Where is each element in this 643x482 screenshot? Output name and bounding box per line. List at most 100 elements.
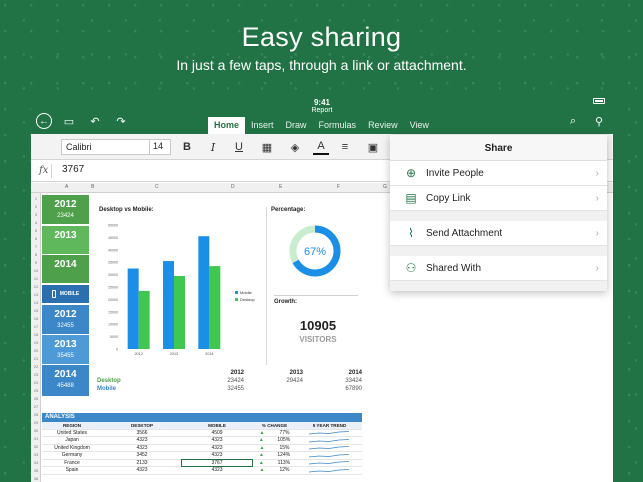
share-item-shared-with[interactable]: ⚇ Shared With › xyxy=(390,256,607,281)
year-block[interactable]: 2012 32455 xyxy=(42,305,89,334)
analysis-cell-change[interactable]: 124% xyxy=(277,452,290,458)
analysis-cell-desktop[interactable]: 4323 xyxy=(102,467,182,473)
analysis-cell-region[interactable]: United States xyxy=(42,430,102,436)
year-block[interactable]: 2012 23424 xyxy=(42,195,89,224)
undo-icon[interactable]: ↶ xyxy=(87,113,103,129)
analysis-cell-mobile[interactable]: 3767 xyxy=(181,458,253,467)
row-header[interactable]: 22 xyxy=(31,364,41,369)
redo-icon[interactable]: ↷ xyxy=(113,113,129,129)
bar-mobile-2012[interactable] xyxy=(127,268,139,349)
analysis-cell-mobile[interactable]: 4323 xyxy=(182,467,252,473)
summary-cell[interactable]: 29424 xyxy=(244,378,303,384)
column-header[interactable]: F xyxy=(337,184,340,190)
font-size-box[interactable]: 14 xyxy=(149,139,171,155)
row-header[interactable]: 27 xyxy=(31,404,41,409)
summary-cell[interactable]: 23424 xyxy=(185,378,244,384)
analysis-cell-change[interactable]: 105% xyxy=(277,437,290,443)
function-icon[interactable]: fx xyxy=(39,165,48,176)
analysis-cell-change[interactable]: 12% xyxy=(279,467,289,473)
font-color-icon[interactable]: A xyxy=(313,139,329,155)
row-header[interactable]: 31 xyxy=(31,436,41,441)
underline-button[interactable]: U xyxy=(231,139,247,155)
year-block[interactable]: 2013 xyxy=(42,226,89,254)
row-header[interactable]: 19 xyxy=(31,340,41,345)
row-header[interactable]: 34 xyxy=(31,460,41,465)
analysis-cell-desktop[interactable]: 4323 xyxy=(102,445,182,451)
analysis-cell-desktop[interactable]: 3452 xyxy=(102,452,182,458)
row-header[interactable]: 35 xyxy=(31,468,41,473)
summary-cell[interactable]: 33424 xyxy=(303,378,362,384)
formula-input[interactable]: 3767 xyxy=(51,164,84,178)
row-header[interactable]: 25 xyxy=(31,388,41,393)
merge-icon[interactable]: ▣ xyxy=(365,139,381,155)
row-header[interactable]: 10 xyxy=(31,268,41,273)
analysis-cell-region[interactable]: Germany xyxy=(42,452,102,458)
add-person-icon[interactable]: ⚲ xyxy=(591,113,607,129)
tab-insert[interactable]: Insert xyxy=(245,117,280,134)
bar-desktop-2013[interactable] xyxy=(174,276,185,349)
share-item-copy-link[interactable]: ▤ Copy Link › xyxy=(390,186,607,211)
bar-mobile-2013[interactable] xyxy=(163,261,174,349)
analysis-column-header[interactable]: % CHANGE xyxy=(252,423,297,428)
analysis-cell-mobile[interactable]: 4323 xyxy=(182,452,252,458)
analysis-cell-change[interactable]: 15% xyxy=(279,445,289,451)
analysis-cell-change[interactable]: 113% xyxy=(278,460,290,466)
analysis-cell-region[interactable]: France xyxy=(42,460,102,466)
desktop-vs-mobile-chart[interactable]: 0 5000 10000 15000 20000 25000 30000 35000 40000… xyxy=(91,219,259,361)
row-header[interactable]: 15 xyxy=(31,308,41,313)
analysis-cell-desktop[interactable]: 4323 xyxy=(102,437,182,443)
row-header[interactable]: 28 xyxy=(31,412,41,417)
italic-button[interactable]: I xyxy=(205,139,221,155)
tab-draw[interactable]: Draw xyxy=(280,117,313,134)
year-block[interactable]: 2013 35455 xyxy=(42,335,89,364)
row-header[interactable]: 36 xyxy=(31,476,41,481)
analysis-table[interactable]: REGION DESKTOP MOBILE% CHANGE 5 YEAR TREND U… xyxy=(42,422,362,475)
analysis-cell-change[interactable]: 77% xyxy=(279,430,289,436)
row-header[interactable]: 4 xyxy=(31,220,41,225)
column-header[interactable]: C xyxy=(155,184,159,190)
summary-cell[interactable]: 32455 xyxy=(185,386,244,392)
column-header[interactable]: D xyxy=(231,184,235,190)
analysis-cell-desktop[interactable]: 2133 xyxy=(102,460,182,466)
analysis-cell-mobile[interactable]: 4509 xyxy=(182,430,252,436)
analysis-cell-mobile[interactable]: 4323 xyxy=(182,445,252,451)
analysis-cell-region[interactable]: Spain xyxy=(42,467,102,473)
row-header[interactable]: 17 xyxy=(31,324,41,329)
analysis-cell-mobile[interactable]: 4323 xyxy=(182,437,252,443)
analysis-column-header[interactable]: MOBILE xyxy=(182,423,252,428)
row-header[interactable]: 32 xyxy=(31,444,41,449)
row-header[interactable]: 3 xyxy=(31,212,41,217)
align-icon[interactable]: ≡ xyxy=(337,139,353,155)
analysis-cell-desktop[interactable]: 3566 xyxy=(102,430,182,436)
borders-icon[interactable]: ▦ xyxy=(259,139,275,155)
row-header[interactable]: 1 xyxy=(31,196,41,201)
row-header[interactable]: 23 xyxy=(31,372,41,377)
tab-formulas[interactable]: Formulas xyxy=(313,117,363,134)
row-header[interactable]: 30 xyxy=(31,428,41,433)
year-block[interactable]: 2014 45488 xyxy=(42,365,89,396)
bar-desktop-2014[interactable] xyxy=(209,266,221,349)
column-header[interactable]: A xyxy=(65,184,68,190)
file-save-icon[interactable]: ▭ xyxy=(61,113,77,129)
row-header[interactable]: 6 xyxy=(31,236,41,241)
row-header[interactable]: 11 xyxy=(31,276,41,281)
analysis-cell-region[interactable]: Japan xyxy=(42,437,102,443)
column-header[interactable]: E xyxy=(279,184,282,190)
bold-button[interactable]: B xyxy=(179,139,195,155)
column-header[interactable]: G xyxy=(383,184,387,190)
analysis-column-header[interactable]: 5 YEAR TREND xyxy=(297,423,362,428)
row-header[interactable]: 14 xyxy=(31,300,41,305)
fill-color-icon[interactable]: ◈ xyxy=(287,139,303,155)
row-header[interactable]: 26 xyxy=(31,396,41,401)
row-header[interactable]: 24 xyxy=(31,380,41,385)
row-header[interactable]: 21 xyxy=(31,356,41,361)
bar-mobile-2014[interactable] xyxy=(198,236,210,349)
bar-desktop-2012[interactable] xyxy=(138,290,150,349)
row-header[interactable]: 20 xyxy=(31,348,41,353)
analysis-cell-region[interactable]: United Kingdom xyxy=(42,445,102,451)
analysis-column-header[interactable]: REGION xyxy=(42,423,102,428)
tab-review[interactable]: Review xyxy=(362,117,404,134)
table-row[interactable]: Spain 4323 4323 ▲ 12% xyxy=(42,467,362,475)
share-item-send-attachment[interactable]: ⌇ Send Attachment › xyxy=(390,221,607,246)
tab-view[interactable]: View xyxy=(404,117,435,134)
